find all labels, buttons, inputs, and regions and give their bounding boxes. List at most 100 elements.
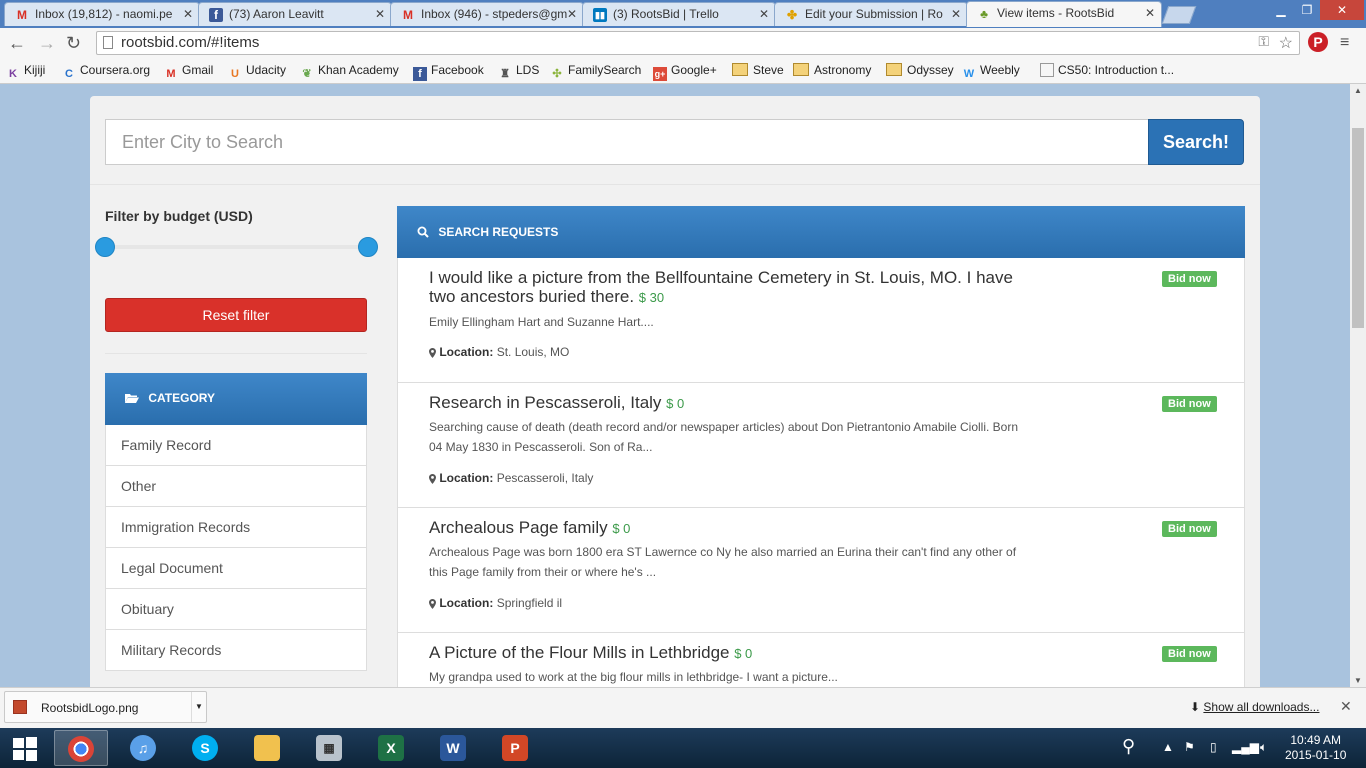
bookmark-label: CS50: Introduction t... [1058,63,1175,77]
bookmark-kijiji[interactable]: K Kijiji [6,63,45,81]
minimize-icon[interactable]: ▁ [1268,0,1294,20]
tab-edit-submission[interactable]: ✤ Edit your Submission | Ro ✕ [774,2,968,26]
taskbar-explorer[interactable] [240,730,294,766]
bookmark-googleplus[interactable]: g+ Google+ [653,63,717,81]
divider [105,353,367,354]
location-value: Pescasseroli, Italy [496,471,594,485]
bookmark-label: Udacity [246,63,287,77]
window-close-icon[interactable]: ✕ [1320,0,1364,20]
request-title[interactable]: Research in Pescasseroli, Italy $ 0 [429,393,1019,413]
bid-now-button[interactable]: Bid now [1162,646,1217,662]
request-title-text: A Picture of the Flour Mills in Lethbrid… [429,643,730,662]
back-icon[interactable]: ← [8,33,26,54]
download-file-name: RootsbidLogo.png [41,701,139,715]
tab-trello[interactable]: ▮▮ (3) RootsBid | Trello ✕ [582,2,776,26]
bookmark-folder-astronomy[interactable]: Astronomy [793,63,871,77]
bookmark-lds[interactable]: ♜ LDS [498,63,539,81]
close-icon[interactable]: ✕ [1340,698,1352,715]
taskbar-calculator[interactable]: ▦ [302,730,356,766]
tab-gmail-2[interactable]: M Inbox (946) - stpeders@gm ✕ [390,2,584,26]
tab-view-items[interactable]: ♣ View items - RootsBid ✕ [966,1,1162,27]
wifi-signal-icon[interactable]: ▂▄▆ [1232,740,1259,754]
close-icon[interactable]: ✕ [1145,6,1155,20]
clock-date: 2015-01-10 [1285,748,1347,762]
scrollbar-thumb[interactable] [1352,128,1364,328]
category-item-obituary[interactable]: Obituary [105,589,367,630]
bookmark-khan-academy[interactable]: ❦ Khan Academy [300,63,398,81]
close-icon[interactable]: ✕ [951,7,961,21]
taskbar-itunes[interactable]: ♫ [116,730,170,766]
key-icon[interactable]: ⚿ [1258,33,1269,50]
start-button[interactable] [0,730,50,766]
battery-icon[interactable]: ▯ [1210,740,1217,754]
bookmark-label: Google+ [671,63,717,77]
menu-icon[interactable]: ≡ [1340,34,1349,52]
scroll-up-icon[interactable]: ▲ [1354,86,1362,95]
taskbar-chrome[interactable] [54,730,108,766]
page-scrollbar[interactable]: ▲ ▼ [1350,84,1366,687]
bookmark-udacity[interactable]: U Udacity [228,63,286,81]
budget-slider-track[interactable] [105,245,367,249]
reload-icon[interactable]: ↻ [66,33,81,54]
budget-slider-min-handle[interactable] [95,237,115,257]
request-title[interactable]: A Picture of the Flour Mills in Lethbrid… [429,643,1019,663]
request-title[interactable]: Archealous Page family $ 0 [429,518,1019,538]
budget-slider-max-handle[interactable] [358,237,378,257]
show-all-downloads-link[interactable]: ⬇ Show all downloads... [1190,700,1319,714]
close-icon[interactable]: ✕ [567,7,577,21]
taskbar-skype[interactable]: S [178,730,232,766]
close-icon[interactable]: ✕ [183,7,193,21]
show-hidden-icons[interactable]: ▲ [1162,740,1174,754]
download-item[interactable]: RootsbidLogo.png ▼ [4,691,207,723]
taskbar-excel[interactable]: X [364,730,418,766]
taskbar-word[interactable]: W [426,730,480,766]
reset-filter-button[interactable]: Reset filter [105,298,367,332]
temple-icon: ♜ [500,68,510,80]
chrome-icon [68,736,94,762]
chevron-down-icon[interactable]: ▼ [191,692,206,722]
volume-icon[interactable]: 🔈︎ [1260,740,1267,755]
action-center-flag-icon[interactable]: ⚑ [1184,740,1195,754]
category-item-other[interactable]: Other [105,466,367,507]
bookmark-label: Facebook [431,63,484,77]
bookmark-gmail[interactable]: M Gmail [164,63,213,81]
search-button[interactable]: Search! [1148,119,1244,165]
request-title[interactable]: I would like a picture from the Bellfoun… [429,268,1019,307]
bookmark-folder-odyssey[interactable]: Odyssey [886,63,954,77]
new-tab-button[interactable] [1161,6,1197,24]
address-bar[interactable]: rootsbid.com/#!items ⚿ ☆ [96,31,1300,55]
close-icon[interactable]: ✕ [375,7,385,21]
map-marker-icon [429,348,436,358]
bid-now-button[interactable]: Bid now [1162,271,1217,287]
bookmark-cs50[interactable]: CS50: Introduction t... [1040,63,1174,77]
divider [90,184,1260,185]
bid-now-button[interactable]: Bid now [1162,396,1217,412]
category-item-legal-document[interactable]: Legal Document [105,548,367,589]
bookmark-familysearch[interactable]: ✣ FamilySearch [550,63,641,81]
tab-facebook[interactable]: f (73) Aaron Leavitt ✕ [198,2,392,26]
bookmark-coursera[interactable]: C Coursera.org [62,63,150,81]
close-icon[interactable]: ✕ [759,7,769,21]
bookmark-star-icon[interactable]: ☆ [1279,33,1293,53]
bookmark-label: Kijiji [24,63,46,77]
search-icon[interactable]: ⚲ [1122,736,1135,757]
city-search-input[interactable] [105,119,1148,165]
bid-now-button[interactable]: Bid now [1162,521,1217,537]
taskbar-powerpoint[interactable]: P [488,730,542,766]
tab-gmail-1[interactable]: M Inbox (19,812) - naomi.pe ✕ [4,2,200,26]
tab-title: Edit your Submission | Ro [805,7,943,21]
city-search: Search! [105,119,1244,165]
forward-icon[interactable]: → [38,33,56,54]
scroll-down-icon[interactable]: ▼ [1354,676,1362,685]
system-clock[interactable]: 10:49 AM 2015-01-10 [1285,733,1346,763]
bookmark-weebly[interactable]: W Weebly [962,63,1020,81]
category-item-immigration-records[interactable]: Immigration Records [105,507,367,548]
request-title-text: I would like a picture from the Bellfoun… [429,268,1013,306]
bookmark-folder-steve[interactable]: Steve [732,63,784,77]
pinterest-icon[interactable]: P [1308,32,1328,52]
category-item-military-records[interactable]: Military Records [105,630,367,671]
bookmark-facebook[interactable]: f Facebook [413,63,484,81]
category-item-family-record[interactable]: Family Record [105,425,367,466]
restore-icon[interactable]: ❐ [1294,0,1320,20]
tab-title: (3) RootsBid | Trello [613,7,719,21]
